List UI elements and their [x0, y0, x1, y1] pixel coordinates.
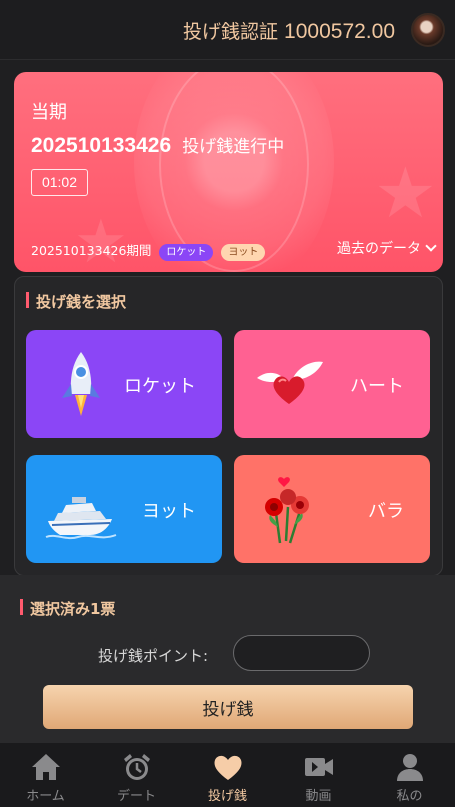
- tab-gift[interactable]: 投げ銭: [182, 743, 273, 807]
- tab-label: 投げ銭: [207, 789, 247, 804]
- tab-video[interactable]: 動画: [273, 743, 364, 807]
- tab-label: デート: [116, 789, 156, 804]
- roses-icon: [265, 477, 309, 544]
- gift-card-heart[interactable]: ハート: [234, 330, 430, 438]
- balance-display: 投げ銭認証 1000572.00: [183, 17, 395, 44]
- chevron-down-icon: [425, 240, 437, 252]
- tab-mine[interactable]: 私の: [364, 743, 455, 807]
- countdown-timer: 01:02: [31, 169, 88, 196]
- heart-icon: [214, 755, 241, 780]
- bet-panel: 選択済み1票 投げ銭ポイント: 投げ銭: [0, 575, 455, 743]
- last-result: 202510133426期間 ロケット ヨット: [31, 240, 266, 261]
- bottom-tab-bar: ホーム デート 投げ銭 動画 私の: [0, 743, 455, 807]
- gift-card-rocket[interactable]: ロケット: [26, 330, 222, 438]
- gift-card-label: バラ: [368, 501, 404, 522]
- result-badge: ロケット: [159, 244, 214, 261]
- video-camera-icon: [304, 758, 333, 776]
- gift-card-label: ロケット: [124, 376, 196, 397]
- gift-card-label: ヨット: [142, 501, 196, 522]
- tab-label: 私の: [396, 789, 423, 804]
- period-label: 当期: [31, 102, 67, 123]
- issue-number: 202510133426: [31, 134, 172, 157]
- past-data-label: 過去のデータ: [337, 241, 421, 257]
- home-icon: [31, 754, 60, 780]
- star-decoration-icon: ★: [374, 152, 437, 234]
- yacht-icon: [45, 497, 117, 540]
- points-input[interactable]: [233, 635, 370, 671]
- tab-home[interactable]: ホーム: [0, 743, 91, 807]
- tab-date[interactable]: デート: [91, 743, 182, 807]
- alarm-clock-icon: [123, 754, 150, 780]
- gift-card-yacht[interactable]: ヨット: [26, 455, 222, 563]
- balance-label: 投げ銭認証: [182, 21, 278, 43]
- tab-label: 動画: [305, 789, 332, 804]
- gift-card-rose[interactable]: バラ: [234, 455, 430, 563]
- past-data-link[interactable]: 過去のデータ: [337, 238, 437, 258]
- section-title-selected: 選択済み1票: [20, 598, 115, 619]
- issue-line: 202510133426 投げ銭進行中: [31, 132, 284, 158]
- top-bar: 投げ銭認証 1000572.00: [0, 0, 455, 60]
- points-label: 投げ銭ポイント:: [98, 647, 209, 665]
- submit-gift-button[interactable]: 投げ銭: [43, 685, 413, 729]
- rocket-icon: [62, 352, 100, 416]
- gift-card-label: ハート: [350, 376, 404, 397]
- issue-status: 投げ銭進行中: [182, 137, 285, 157]
- winged-heart-icon: [257, 361, 323, 404]
- section-title-select: 投げ銭を選択: [26, 291, 126, 312]
- last-result-period: 202510133426期間: [31, 243, 152, 258]
- balance-value: 1000572.00: [284, 20, 395, 43]
- current-period-banner: ★ ★ 当期 202510133426 投げ銭進行中 01:02 2025101…: [14, 72, 443, 272]
- user-icon: [396, 754, 423, 781]
- result-badge: ヨット: [221, 244, 266, 261]
- tab-label: ホーム: [26, 789, 65, 804]
- avatar[interactable]: [411, 13, 445, 47]
